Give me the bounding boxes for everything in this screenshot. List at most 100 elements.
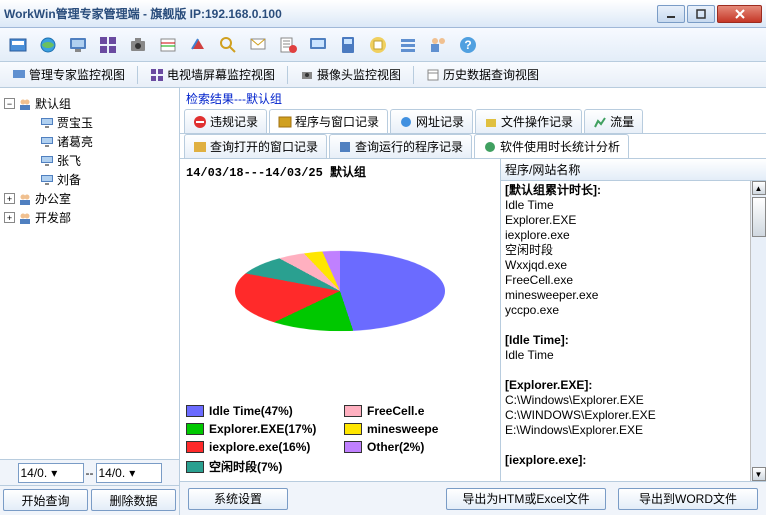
svg-text:?: ?	[464, 38, 471, 52]
tree-group[interactable]: +办公室	[4, 189, 175, 208]
group-icon	[18, 192, 32, 206]
tree-member[interactable]: 诸葛亮	[4, 132, 175, 151]
list-item[interactable]: FreeCell.exe	[505, 273, 762, 288]
group-icon	[18, 211, 32, 225]
legend-item: iexplore.exe(16%)	[186, 440, 334, 454]
minimize-button[interactable]	[657, 5, 685, 23]
query-button-bar: 开始查询 删除数据	[0, 485, 179, 515]
legend-item: Explorer.EXE(17%)	[186, 422, 334, 436]
close-button[interactable]	[717, 5, 762, 23]
tbtn-14[interactable]	[394, 31, 422, 59]
date-range-bar: 14/0.▾ -- 14/0.▾	[0, 459, 179, 485]
chart-panel: 14/03/18---14/03/25 默认组 Idle Time(47%)Fr…	[180, 159, 500, 481]
legend-item: Idle Time(47%)	[186, 404, 334, 418]
tree-root[interactable]: −默认组	[4, 94, 175, 113]
subtab-program-query[interactable]: 查询运行的程序记录	[329, 134, 472, 158]
dropdown-icon[interactable]: ▾	[125, 466, 139, 480]
list-item[interactable]: 空闲时段	[505, 243, 762, 258]
pc-icon	[40, 154, 54, 168]
collapse-icon[interactable]: −	[4, 98, 15, 109]
expand-icon[interactable]: +	[4, 193, 15, 204]
legend-swatch	[186, 441, 204, 453]
tbtn-8[interactable]	[214, 31, 242, 59]
tbtn-16[interactable]: ?	[454, 31, 482, 59]
export-html-excel-button[interactable]: 导出为HTM或Excel文件	[446, 488, 606, 510]
tbtn-15[interactable]	[424, 31, 452, 59]
scrollbar[interactable]: ▲ ▼	[750, 181, 766, 481]
titlebar: WorkWin管理专家管理端 - 旗舰版 IP:192.168.0.100	[0, 0, 766, 28]
tbtn-11[interactable]	[304, 31, 332, 59]
tbtn-1[interactable]	[4, 31, 32, 59]
list-item[interactable]: minesweeper.exe4	[505, 288, 762, 303]
list-item[interactable]: Explorer.EXE2	[505, 213, 762, 228]
program-list: [默认组累计时长]:Idle Time6Explorer.EXE2iexplor…	[501, 181, 766, 481]
pc-icon	[40, 173, 54, 187]
legend-swatch	[344, 423, 362, 435]
list-group-header: [Explorer.EXE]:	[505, 378, 762, 393]
tree-member[interactable]: 贾宝玉	[4, 113, 175, 132]
list-header[interactable]: 程序/网站名称	[501, 159, 766, 181]
tbtn-13[interactable]	[364, 31, 392, 59]
tbtn-6[interactable]	[154, 31, 182, 59]
list-item[interactable]: iexplore.exe2	[505, 228, 762, 243]
list-item[interactable]: E:\Windows\Explorer.EXE	[505, 423, 762, 438]
legend-item: minesweepe	[344, 422, 492, 436]
list-item[interactable]: Idle Time	[505, 348, 762, 363]
scroll-down-icon[interactable]: ▼	[752, 467, 766, 481]
pc-icon	[40, 116, 54, 130]
view-tab-tvwall[interactable]: 电视墙屏幕监控视图	[144, 64, 281, 85]
scroll-thumb[interactable]	[752, 197, 766, 237]
tree-member[interactable]: 刘备	[4, 170, 175, 189]
date-to[interactable]: 14/0.▾	[96, 463, 162, 483]
search-result-label: 检索结果---默认组	[180, 88, 766, 109]
tab-window-record[interactable]: 程序与窗口记录	[269, 109, 388, 133]
tbtn-9[interactable]	[244, 31, 272, 59]
tab-violation[interactable]: 违规记录	[184, 109, 267, 133]
main-panel: 检索结果---默认组 违规记录 程序与窗口记录 网址记录 文件操作记录 流量 查…	[180, 88, 766, 515]
tbtn-5[interactable]	[124, 31, 152, 59]
tree-group[interactable]: +开发部	[4, 208, 175, 227]
legend-swatch	[344, 441, 362, 453]
legend-swatch	[186, 405, 204, 417]
list-item[interactable]: C:\WINDOWS\Explorer.EXE	[505, 408, 762, 423]
pc-icon	[40, 135, 54, 149]
sidebar: −默认组 贾宝玉 诸葛亮 张飞 刘备 +办公室 +开发部 14/0.▾ -- 1…	[0, 88, 180, 515]
scroll-up-icon[interactable]: ▲	[752, 181, 766, 195]
expand-icon[interactable]: +	[4, 212, 15, 223]
maximize-button[interactable]	[687, 5, 715, 23]
view-tab-monitor[interactable]: 管理专家监控视图	[6, 64, 131, 85]
dropdown-icon[interactable]: ▾	[47, 466, 61, 480]
view-tab-camera[interactable]: 摄像头监控视图	[294, 64, 407, 85]
tab-file-record[interactable]: 文件操作记录	[475, 109, 582, 133]
legend-swatch	[344, 405, 362, 417]
record-tabs-row2: 查询打开的窗口记录 查询运行的程序记录 软件使用时长统计分析	[180, 134, 766, 159]
view-tab-history[interactable]: 历史数据查询视图	[420, 64, 545, 85]
legend-item: FreeCell.e	[344, 404, 492, 418]
record-tabs-row1: 违规记录 程序与窗口记录 网址记录 文件操作记录 流量	[180, 109, 766, 134]
list-item[interactable]: Idle Time6	[505, 198, 762, 213]
main-toolbar: ?	[0, 28, 766, 62]
tbtn-2[interactable]	[34, 31, 62, 59]
view-tab-bar: 管理专家监控视图 电视墙屏幕监控视图 摄像头监控视图 历史数据查询视图	[0, 62, 766, 88]
tbtn-7[interactable]	[184, 31, 212, 59]
list-item[interactable]: yccpo.exe3	[505, 303, 762, 318]
date-from[interactable]: 14/0.▾	[18, 463, 84, 483]
list-item[interactable]: C:\Windows\Explorer.EXE	[505, 393, 762, 408]
group-tree: −默认组 贾宝玉 诸葛亮 张飞 刘备 +办公室 +开发部	[0, 88, 179, 459]
bottom-bar: 系统设置 导出为HTM或Excel文件 导出到WORD文件	[180, 481, 766, 515]
subtab-usage-stats[interactable]: 软件使用时长统计分析	[474, 134, 629, 158]
system-settings-button[interactable]: 系统设置	[188, 488, 288, 510]
tab-url-record[interactable]: 网址记录	[390, 109, 473, 133]
list-group-header: [默认组累计时长]:	[505, 183, 762, 198]
tab-traffic[interactable]: 流量	[584, 109, 643, 133]
start-query-button[interactable]: 开始查询	[3, 489, 88, 511]
tree-member[interactable]: 张飞	[4, 151, 175, 170]
delete-data-button[interactable]: 删除数据	[91, 489, 176, 511]
tbtn-10[interactable]	[274, 31, 302, 59]
export-word-button[interactable]: 导出到WORD文件	[618, 488, 758, 510]
tbtn-3[interactable]	[64, 31, 92, 59]
tbtn-12[interactable]	[334, 31, 362, 59]
list-item[interactable]: Wxxjqd.exe	[505, 258, 762, 273]
subtab-window-query[interactable]: 查询打开的窗口记录	[184, 134, 327, 158]
tbtn-4[interactable]	[94, 31, 122, 59]
